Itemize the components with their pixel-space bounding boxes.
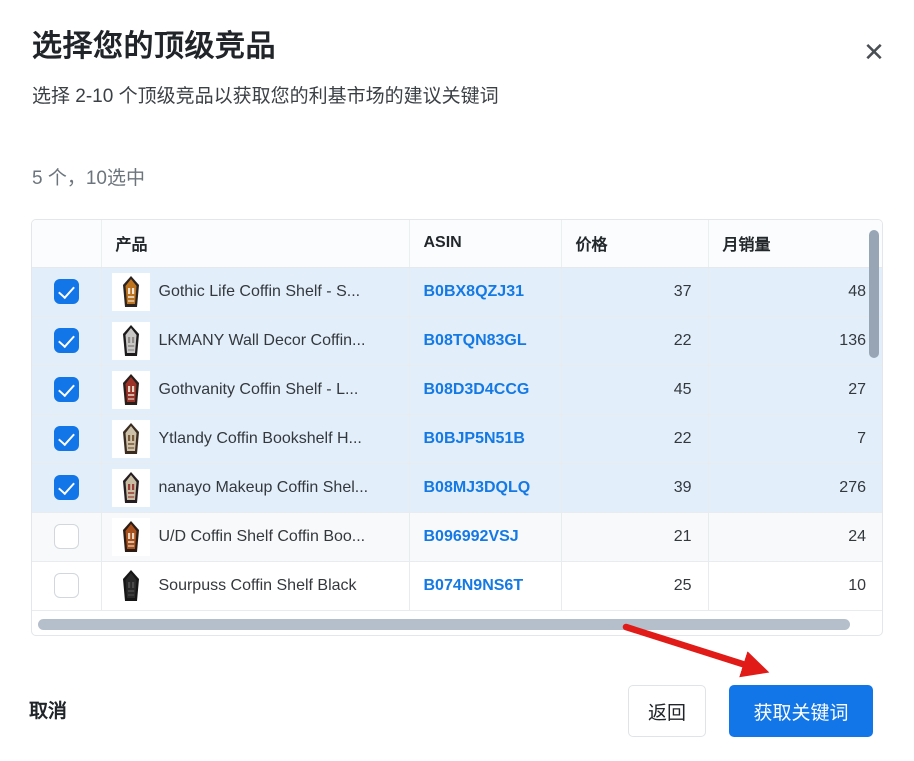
table-row[interactable]: LKMANY Wall Decor Coffin... B08TQN83GL 22 1… — [32, 316, 882, 366]
table-row[interactable]: Sourpuss Coffin Shelf Black B074N9NS6T 25 1… — [32, 561, 882, 611]
price-cell: 39 — [561, 463, 709, 513]
product-thumbnail-icon — [111, 272, 150, 311]
product-cell: Sourpuss Coffin Shelf Black — [101, 561, 410, 611]
row-checkbox[interactable] — [53, 475, 79, 500]
asin-cell: B0BX8QZJ31 — [409, 267, 562, 317]
asin-link[interactable]: B08D3D4CCG — [424, 381, 530, 398]
monthly-sales-cell: 7 — [708, 414, 882, 464]
product-name: nanayo Makeup Coffin Shel... — [158, 478, 369, 496]
vertical-scrollbar[interactable] — [869, 226, 879, 604]
product-name: LKMANY Wall Decor Coffin... — [158, 331, 366, 349]
product-cell: Gothvanity Coffin Shelf - L... — [101, 365, 410, 415]
asin-link[interactable]: B08MJ3DQLQ — [424, 479, 531, 496]
table-row[interactable]: U/D Coffin Shelf Coffin Boo... B096992VSJ… — [32, 512, 882, 562]
asin-cell: B074N9NS6T — [409, 561, 562, 611]
column-header-asin: ASIN — [409, 220, 562, 268]
price-cell: 22 — [561, 316, 709, 366]
row-select-cell[interactable] — [32, 414, 102, 464]
product-name: Sourpuss Coffin Shelf Black — [158, 576, 357, 594]
product-thumbnail-icon — [111, 419, 150, 458]
row-select-cell[interactable] — [32, 365, 102, 415]
table-row[interactable]: Ytlandy Coffin Bookshelf H... B0BJP5N51B 2… — [32, 414, 882, 464]
row-select-cell[interactable] — [32, 512, 102, 562]
select-competitors-dialog: 选择您的顶级竞品 选择 2-10 个顶级竞品以获取您的利基市场的建议关键词 ✕ … — [0, 0, 914, 761]
product-cell: U/D Coffin Shelf Coffin Boo... — [101, 512, 410, 562]
row-checkbox[interactable] — [53, 279, 79, 304]
product-cell: Gothic Life Coffin Shelf - S... — [101, 267, 410, 317]
price-cell: 45 — [561, 365, 709, 415]
table-scroll-area[interactable]: 产品 ASIN 价格 月销量 Gothic Life Coffin Shelf … — [32, 220, 882, 635]
price-cell: 21 — [561, 512, 709, 562]
product-thumbnail-icon — [111, 321, 150, 360]
price-cell: 37 — [561, 267, 709, 317]
back-button[interactable]: 返回 — [628, 685, 706, 737]
product-name: Gothvanity Coffin Shelf - L... — [158, 380, 359, 398]
product-thumbnail-icon — [111, 468, 150, 507]
row-select-cell[interactable] — [32, 463, 102, 513]
asin-link[interactable]: B0BJP5N51B — [424, 430, 525, 447]
product-thumbnail-icon — [111, 370, 150, 409]
table-row[interactable]: Gothic Life Coffin Shelf - S... B0BX8QZJ3… — [32, 267, 882, 317]
asin-cell: B08MJ3DQLQ — [409, 463, 562, 513]
product-cell: Ytlandy Coffin Bookshelf H... — [101, 414, 410, 464]
asin-cell: B096992VSJ — [409, 512, 562, 562]
cancel-link[interactable]: 取消 — [29, 696, 67, 723]
table-body: Gothic Life Coffin Shelf - S... B0BX8QZJ3… — [32, 267, 882, 611]
monthly-sales-cell: 48 — [708, 267, 882, 317]
column-header-product: 产品 — [101, 220, 410, 268]
table-row[interactable]: nanayo Makeup Coffin Shel... B08MJ3DQLQ 39… — [32, 463, 882, 513]
column-header-monthly-sales: 月销量 — [708, 220, 882, 268]
product-cell: LKMANY Wall Decor Coffin... — [101, 316, 410, 366]
dialog-header: 选择您的顶级竞品 选择 2-10 个顶级竞品以获取您的利基市场的建议关键词 — [32, 26, 882, 112]
row-checkbox[interactable] — [53, 328, 79, 353]
row-checkbox[interactable] — [53, 524, 79, 549]
competitors-table-panel: 产品 ASIN 价格 月销量 Gothic Life Coffin Shelf … — [31, 219, 883, 636]
row-checkbox[interactable] — [53, 426, 79, 451]
product-thumbnail-icon — [111, 517, 150, 556]
price-cell: 22 — [561, 414, 709, 464]
row-checkbox[interactable] — [53, 377, 79, 402]
product-cell: nanayo Makeup Coffin Shel... — [101, 463, 410, 513]
asin-link[interactable]: B08TQN83GL — [424, 332, 527, 349]
vertical-scrollbar-thumb[interactable] — [869, 230, 879, 358]
asin-cell: B0BJP5N51B — [409, 414, 562, 464]
monthly-sales-cell: 24 — [708, 512, 882, 562]
table-header-row: 产品 ASIN 价格 月销量 — [32, 220, 882, 268]
monthly-sales-cell: 136 — [708, 316, 882, 366]
monthly-sales-cell: 10 — [708, 561, 882, 611]
asin-cell: B08D3D4CCG — [409, 365, 562, 415]
selection-count-label: 5 个，10选中 — [32, 168, 145, 189]
asin-link[interactable]: B074N9NS6T — [424, 577, 524, 594]
row-select-cell[interactable] — [32, 561, 102, 611]
product-name: Gothic Life Coffin Shelf - S... — [158, 282, 361, 300]
product-thumbnail-icon — [111, 566, 150, 605]
row-checkbox[interactable] — [53, 573, 79, 598]
asin-link[interactable]: B0BX8QZJ31 — [424, 283, 525, 300]
monthly-sales-cell: 27 — [708, 365, 882, 415]
monthly-sales-cell: 276 — [708, 463, 882, 513]
competitors-table: 产品 ASIN 价格 月销量 Gothic Life Coffin Shelf … — [32, 220, 882, 611]
asin-cell: B08TQN83GL — [409, 316, 562, 366]
product-name: U/D Coffin Shelf Coffin Boo... — [158, 527, 366, 545]
column-header-price: 价格 — [561, 220, 709, 268]
horizontal-scrollbar[interactable] — [38, 619, 870, 630]
row-select-cell[interactable] — [32, 316, 102, 366]
asin-link[interactable]: B096992VSJ — [424, 528, 519, 545]
row-select-cell[interactable] — [32, 267, 102, 317]
page-title: 选择您的顶级竞品 — [32, 30, 276, 63]
horizontal-scrollbar-thumb[interactable] — [38, 619, 850, 630]
table-row[interactable]: Gothvanity Coffin Shelf - L... B08D3D4CCG… — [32, 365, 882, 415]
column-header-select — [32, 220, 102, 268]
product-name: Ytlandy Coffin Bookshelf H... — [158, 429, 362, 447]
close-icon[interactable]: ✕ — [854, 32, 894, 72]
get-keywords-button[interactable]: 获取关键词 — [729, 685, 873, 737]
price-cell: 25 — [561, 561, 709, 611]
dialog-subtitle: 选择 2-10 个顶级竞品以获取您的利基市场的建议关键词 — [32, 86, 499, 107]
table-header: 产品 ASIN 价格 月销量 — [32, 220, 882, 268]
